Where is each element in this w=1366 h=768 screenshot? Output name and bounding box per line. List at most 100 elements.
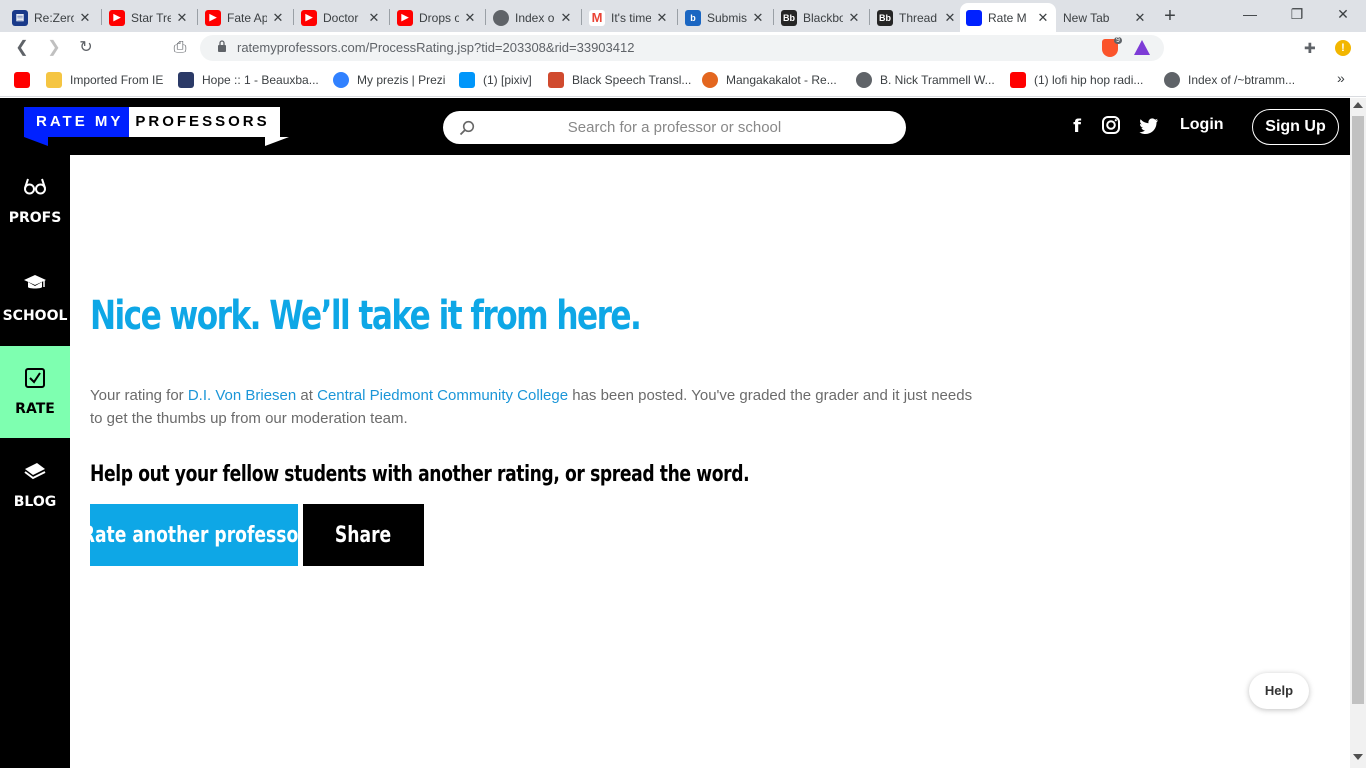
bookmark-item[interactable]: Index of /~btramm... <box>1164 72 1295 88</box>
bookmark-label: Black Speech Transl... <box>572 73 692 87</box>
bookmark-item[interactable] <box>14 72 38 88</box>
page-scrollbar[interactable] <box>1350 98 1366 768</box>
youtube-icon: ▶ <box>397 9 413 26</box>
close-icon[interactable]: ✕ <box>1133 10 1147 26</box>
browser-tab[interactable]: M It's time ✕ <box>583 3 675 32</box>
blackboard-icon: Bb <box>877 9 893 26</box>
tab-title: Re:Zero <box>34 10 74 25</box>
browser-tab-active[interactable]: Rate M ✕ <box>960 3 1056 32</box>
shield-count-badge: 9 <box>1114 37 1122 44</box>
instagram-icon[interactable] <box>1101 115 1121 135</box>
close-icon[interactable]: ✕ <box>463 10 477 26</box>
minimize-icon[interactable]: — <box>1240 6 1260 22</box>
bookmark-item[interactable]: (1) lofi hip hop radi... <box>1010 72 1143 88</box>
bookmark-label: Index of /~btramm... <box>1188 73 1296 87</box>
rmp-logo[interactable]: RATE MY PROFESSORS <box>24 107 280 137</box>
new-tab-icon[interactable]: + <box>1160 5 1180 28</box>
login-button[interactable]: Login <box>1180 116 1224 134</box>
close-icon[interactable]: ✕ <box>655 10 669 26</box>
rmp-icon <box>966 9 982 26</box>
close-icon[interactable]: ✕ <box>559 10 573 26</box>
pixiv-icon <box>459 72 475 88</box>
nav-item-school[interactable]: SCHOOL <box>0 253 70 345</box>
url-text[interactable]: ratemyprofessors.com/ProcessRating.jsp?t… <box>237 40 634 55</box>
close-icon[interactable]: ✕ <box>751 10 765 26</box>
bookmark-label: Hope :: 1 - Beauxba... <box>202 73 319 87</box>
browser-tab[interactable]: ▶ Star Tre ✕ <box>103 3 195 32</box>
browser-tab[interactable]: Bb Blackbo ✕ <box>775 3 867 32</box>
browser-tab[interactable]: New Tab ✕ <box>1057 3 1153 32</box>
search-bar[interactable]: Search for a professor or school <box>443 111 906 144</box>
browser-tab[interactable]: Bb Thread ✕ <box>871 3 963 32</box>
browser-tab[interactable]: ▶ Drops o ✕ <box>391 3 483 32</box>
rate-another-professor-button[interactable]: Rate another professor <box>81 504 307 566</box>
globe-icon <box>1164 72 1180 88</box>
logo-tail <box>24 137 48 146</box>
twitter-icon[interactable] <box>1139 117 1159 135</box>
extensions-puzzle-icon[interactable]: ✚ <box>1304 40 1316 57</box>
restore-icon[interactable]: ❐ <box>1287 6 1307 23</box>
browser-tab[interactable]: b Submis ✕ <box>679 3 771 32</box>
nav-item-rate[interactable]: RATE <box>0 346 70 438</box>
tab-title: It's time <box>611 10 651 25</box>
brave-rewards-icon[interactable] <box>1134 40 1150 55</box>
update-alert-icon[interactable]: ! <box>1335 40 1351 56</box>
back-icon[interactable]: ❮ <box>12 38 32 58</box>
tab-title: Thread <box>899 10 938 25</box>
close-icon[interactable]: ✕ <box>175 10 189 26</box>
bookmark-item[interactable]: Imported From IE <box>46 72 163 88</box>
nav-item-blog[interactable]: BLOG <box>0 439 70 531</box>
close-icon[interactable]: ✕ <box>1036 10 1050 26</box>
logo-tail <box>265 137 289 146</box>
browser-tab[interactable]: Index o ✕ <box>487 3 579 32</box>
side-nav: PROFS SCHOOL RATE BLOG <box>0 155 70 768</box>
scroll-down-icon[interactable] <box>1353 754 1363 760</box>
close-icon[interactable]: ✕ <box>847 10 861 26</box>
globe-icon <box>493 9 509 26</box>
close-icon[interactable]: ✕ <box>367 10 381 26</box>
b-icon: b <box>685 9 701 26</box>
forward-icon[interactable]: ❯ <box>44 38 64 58</box>
browser-tab[interactable]: ▶ Doctor ✕ <box>295 3 387 32</box>
bookmark-item[interactable]: Mangakakalot - Re... <box>702 72 837 88</box>
bookmark-label: (1) [pixiv] <box>483 73 532 87</box>
scroll-up-icon[interactable] <box>1353 102 1363 108</box>
close-icon[interactable]: ✕ <box>271 10 285 26</box>
browser-tab[interactable]: ▶ Fate Ap ✕ <box>199 3 291 32</box>
scrollbar-thumb[interactable] <box>1352 116 1364 704</box>
close-window-icon[interactable]: ✕ <box>1333 6 1353 23</box>
reload-icon[interactable]: ↻ <box>76 38 96 58</box>
desc-text: Your rating for <box>90 387 188 404</box>
nav-item-profs[interactable]: PROFS <box>0 155 70 247</box>
logo-part2: PROFESSORS <box>129 107 280 137</box>
bookmark-item[interactable]: Hope :: 1 - Beauxba... <box>178 72 319 88</box>
professor-link[interactable]: D.I. Von Briesen <box>188 387 296 404</box>
share-button[interactable]: Share <box>303 504 424 566</box>
chevron-more-icon[interactable]: » <box>1337 70 1345 86</box>
browser-tab[interactable]: ▤ Re:Zero ✕ <box>6 3 98 32</box>
book-icon <box>24 463 46 480</box>
search-input[interactable]: Search for a professor or school <box>443 119 906 136</box>
close-icon[interactable]: ✕ <box>78 10 92 26</box>
bookmark-item[interactable]: B. Nick Trammell W... <box>856 72 995 88</box>
close-icon[interactable]: ✕ <box>943 10 957 26</box>
school-link[interactable]: Central Piedmont Community College <box>317 387 568 404</box>
bookmark-item[interactable]: (1) [pixiv] <box>459 72 532 88</box>
tab-title: Index o <box>515 10 555 25</box>
help-button[interactable]: Help <box>1249 673 1309 709</box>
tab-title: Drops o <box>419 10 459 25</box>
youtube-icon: ▶ <box>301 9 317 26</box>
bookmark-label: Mangakakalot - Re... <box>726 73 837 87</box>
tab-title: Fate Ap <box>227 10 267 25</box>
bookmark-item[interactable]: Black Speech Transl... <box>548 72 691 88</box>
main-content: Nice work. We’ll take it from here. Your… <box>70 155 1350 768</box>
youtube-icon: ▶ <box>109 9 125 26</box>
button-label: Rate another professor <box>81 522 307 548</box>
browser-toolbar: ❮ ❯ ↻ ⎙ ratemyprofessors.com/ProcessRati… <box>0 32 1366 64</box>
bookmarks-bar: Imported From IE Hope :: 1 - Beauxba... … <box>0 64 1366 97</box>
signup-button[interactable]: Sign Up <box>1252 109 1339 145</box>
bookmark-item[interactable]: My prezis | Prezi <box>333 72 445 88</box>
address-bar[interactable]: ratemyprofessors.com/ProcessRating.jsp?t… <box>200 35 1164 61</box>
bookmark-icon[interactable]: ⎙ <box>170 38 190 58</box>
facebook-icon[interactable]: f <box>1066 116 1088 137</box>
